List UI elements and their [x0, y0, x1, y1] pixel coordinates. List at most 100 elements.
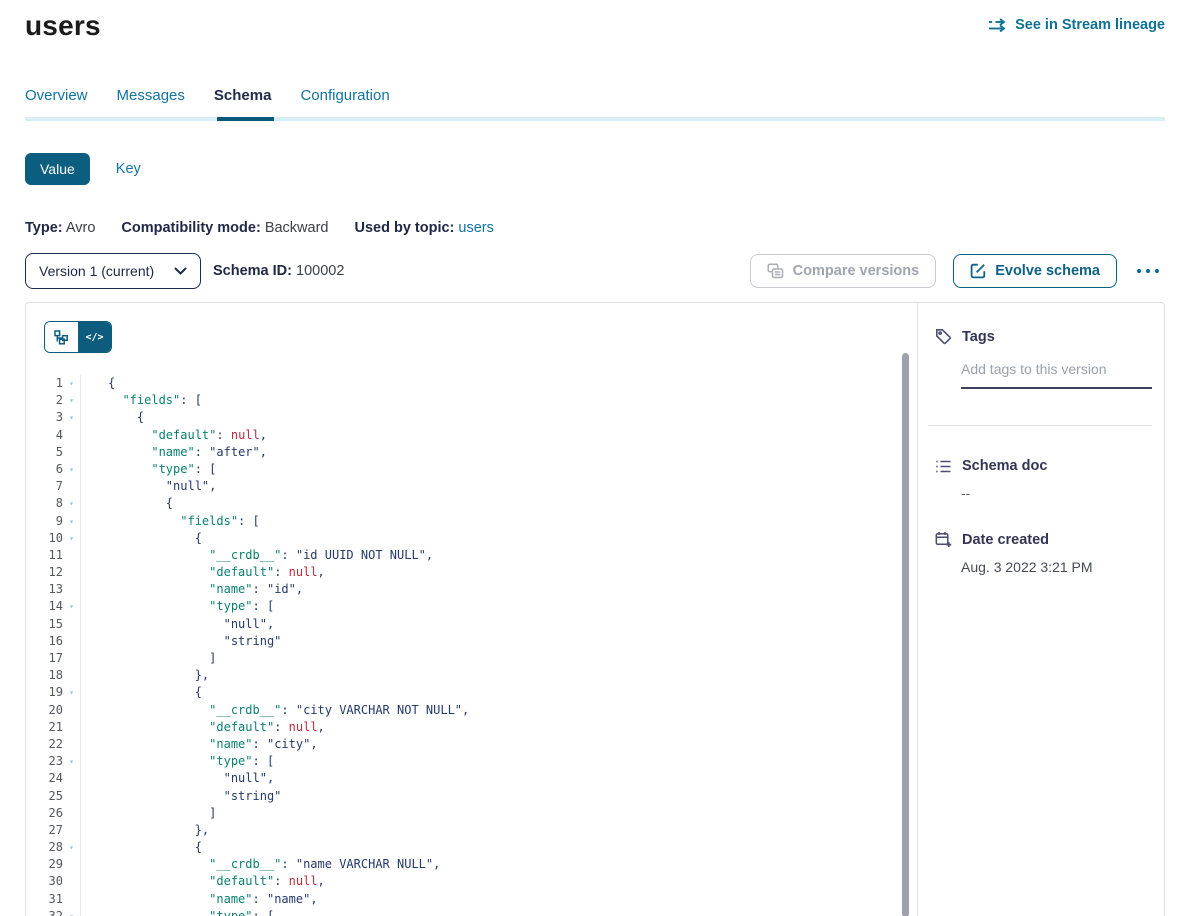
tree-view-button[interactable] — [45, 322, 78, 352]
schema-doc-title: Schema doc — [962, 458, 1047, 474]
token-k: "type" — [209, 599, 252, 613]
line-number: 5 — [26, 444, 63, 461]
evolve-schema-label: Evolve schema — [995, 263, 1100, 279]
fold-toggle-icon[interactable]: ▾ — [63, 753, 80, 770]
fold-toggle-icon[interactable]: ▾ — [63, 530, 80, 547]
fold-toggle-icon[interactable]: ▾ — [63, 684, 80, 701]
line-number: 11 — [26, 547, 63, 564]
fold-toggle-icon[interactable]: ▾ — [63, 839, 80, 856]
token-p: : — [274, 565, 288, 579]
code-line: 14▾ "type": [ — [26, 598, 897, 615]
fold-spacer — [63, 650, 80, 667]
line-number: 8 — [26, 495, 63, 512]
token-p: }, — [195, 823, 209, 837]
fold-spacer — [63, 770, 80, 787]
code-line: 30 "default": null, — [26, 873, 897, 890]
token-s: "string" — [224, 789, 282, 803]
line-number: 21 — [26, 719, 63, 736]
evolve-schema-button[interactable]: Evolve schema — [953, 254, 1117, 288]
schema-value-button[interactable]: Value — [25, 153, 90, 185]
token-p: : [ — [253, 754, 275, 768]
used-by-topic-link[interactable]: users — [458, 220, 493, 236]
line-number: 30 — [26, 873, 63, 890]
line-number: 1 — [26, 375, 63, 392]
code-view-button[interactable]: </> — [78, 322, 111, 352]
token-s: "city" — [267, 737, 310, 751]
code-line: 11 "__crdb__": "id UUID NOT NULL", — [26, 547, 897, 564]
code-text: ] — [80, 805, 897, 822]
line-number: 17 — [26, 650, 63, 667]
token-p: { — [195, 531, 202, 545]
fold-spacer — [63, 891, 80, 908]
code-text: "type": [ — [80, 753, 897, 770]
schema-id: Schema ID: 100002 — [213, 263, 344, 279]
line-number: 24 — [26, 770, 63, 787]
token-s: "after" — [209, 445, 260, 459]
code-line: 21 "default": null, — [26, 719, 897, 736]
schema-id-label: Schema ID: — [213, 263, 292, 279]
token-p: : — [281, 703, 295, 717]
fold-toggle-icon[interactable]: ▾ — [63, 409, 80, 426]
fold-spacer — [63, 805, 80, 822]
editor-scrollbar[interactable] — [902, 353, 909, 916]
fold-toggle-icon[interactable]: ▾ — [63, 908, 80, 916]
token-s: "name VARCHAR NULL" — [296, 857, 433, 871]
tags-title: Tags — [962, 329, 995, 345]
code-text: "__crdb__": "id UUID NOT NULL", — [80, 547, 897, 564]
tree-view-icon — [54, 330, 69, 345]
token-p: , — [426, 548, 433, 562]
version-select[interactable]: Version 1 (current) — [25, 253, 201, 289]
code-text: "__crdb__": "name VARCHAR NULL", — [80, 856, 897, 873]
tags-section-header: Tags — [935, 328, 1152, 345]
date-created-header: Date created — [935, 531, 1152, 548]
token-k: "fields" — [180, 514, 238, 528]
code-line: 15 "null", — [26, 616, 897, 633]
fold-spacer — [63, 788, 80, 805]
token-p: { — [108, 376, 115, 390]
code-line: 22 "name": "city", — [26, 736, 897, 753]
schema-key-button[interactable]: Key — [116, 161, 141, 177]
token-p: , — [318, 565, 325, 579]
token-p: : [ — [253, 909, 275, 916]
token-p: , — [318, 874, 325, 888]
compare-versions-button[interactable]: Compare versions — [750, 254, 937, 288]
tab-messages[interactable]: Messages — [117, 87, 185, 104]
more-options-button[interactable] — [1131, 263, 1165, 279]
line-number: 26 — [26, 805, 63, 822]
line-number: 3 — [26, 409, 63, 426]
token-s: "string" — [224, 634, 282, 648]
fold-toggle-icon[interactable]: ▾ — [63, 375, 80, 392]
code-text: { — [80, 530, 897, 547]
tab-schema[interactable]: Schema — [214, 87, 272, 104]
schema-doc-header: Schema doc — [935, 458, 1152, 474]
tab-configuration[interactable]: Configuration — [300, 87, 389, 104]
code-line: 17 ] — [26, 650, 897, 667]
value-key-toggle: Value Key — [25, 153, 1165, 185]
token-p: : — [253, 582, 267, 596]
tab-overview[interactable]: Overview — [25, 87, 88, 104]
code-text: }, — [80, 822, 897, 839]
code-text: "default": null, — [80, 564, 897, 581]
token-p: : — [274, 720, 288, 734]
token-k: "__crdb__" — [209, 857, 281, 871]
token-p: : [ — [238, 514, 260, 528]
code-line: 10▾ { — [26, 530, 897, 547]
fold-toggle-icon[interactable]: ▾ — [63, 392, 80, 409]
fold-toggle-icon[interactable]: ▾ — [63, 461, 80, 478]
token-k: "__crdb__" — [209, 703, 281, 717]
token-p: { — [137, 410, 144, 424]
fold-spacer — [63, 702, 80, 719]
fold-toggle-icon[interactable]: ▾ — [63, 598, 80, 615]
fold-toggle-icon[interactable]: ▾ — [63, 495, 80, 512]
token-p: : — [195, 445, 209, 459]
stream-lineage-link[interactable]: See in Stream lineage — [988, 17, 1165, 33]
token-k: "fields" — [122, 393, 180, 407]
code-text: "string" — [80, 788, 897, 805]
token-k: "default" — [209, 874, 274, 888]
fold-toggle-icon[interactable]: ▾ — [63, 513, 80, 530]
token-p: : — [281, 548, 295, 562]
line-number: 27 — [26, 822, 63, 839]
code-text: { — [80, 839, 897, 856]
token-s: "null" — [224, 771, 267, 785]
add-tags-input[interactable] — [961, 361, 1152, 389]
